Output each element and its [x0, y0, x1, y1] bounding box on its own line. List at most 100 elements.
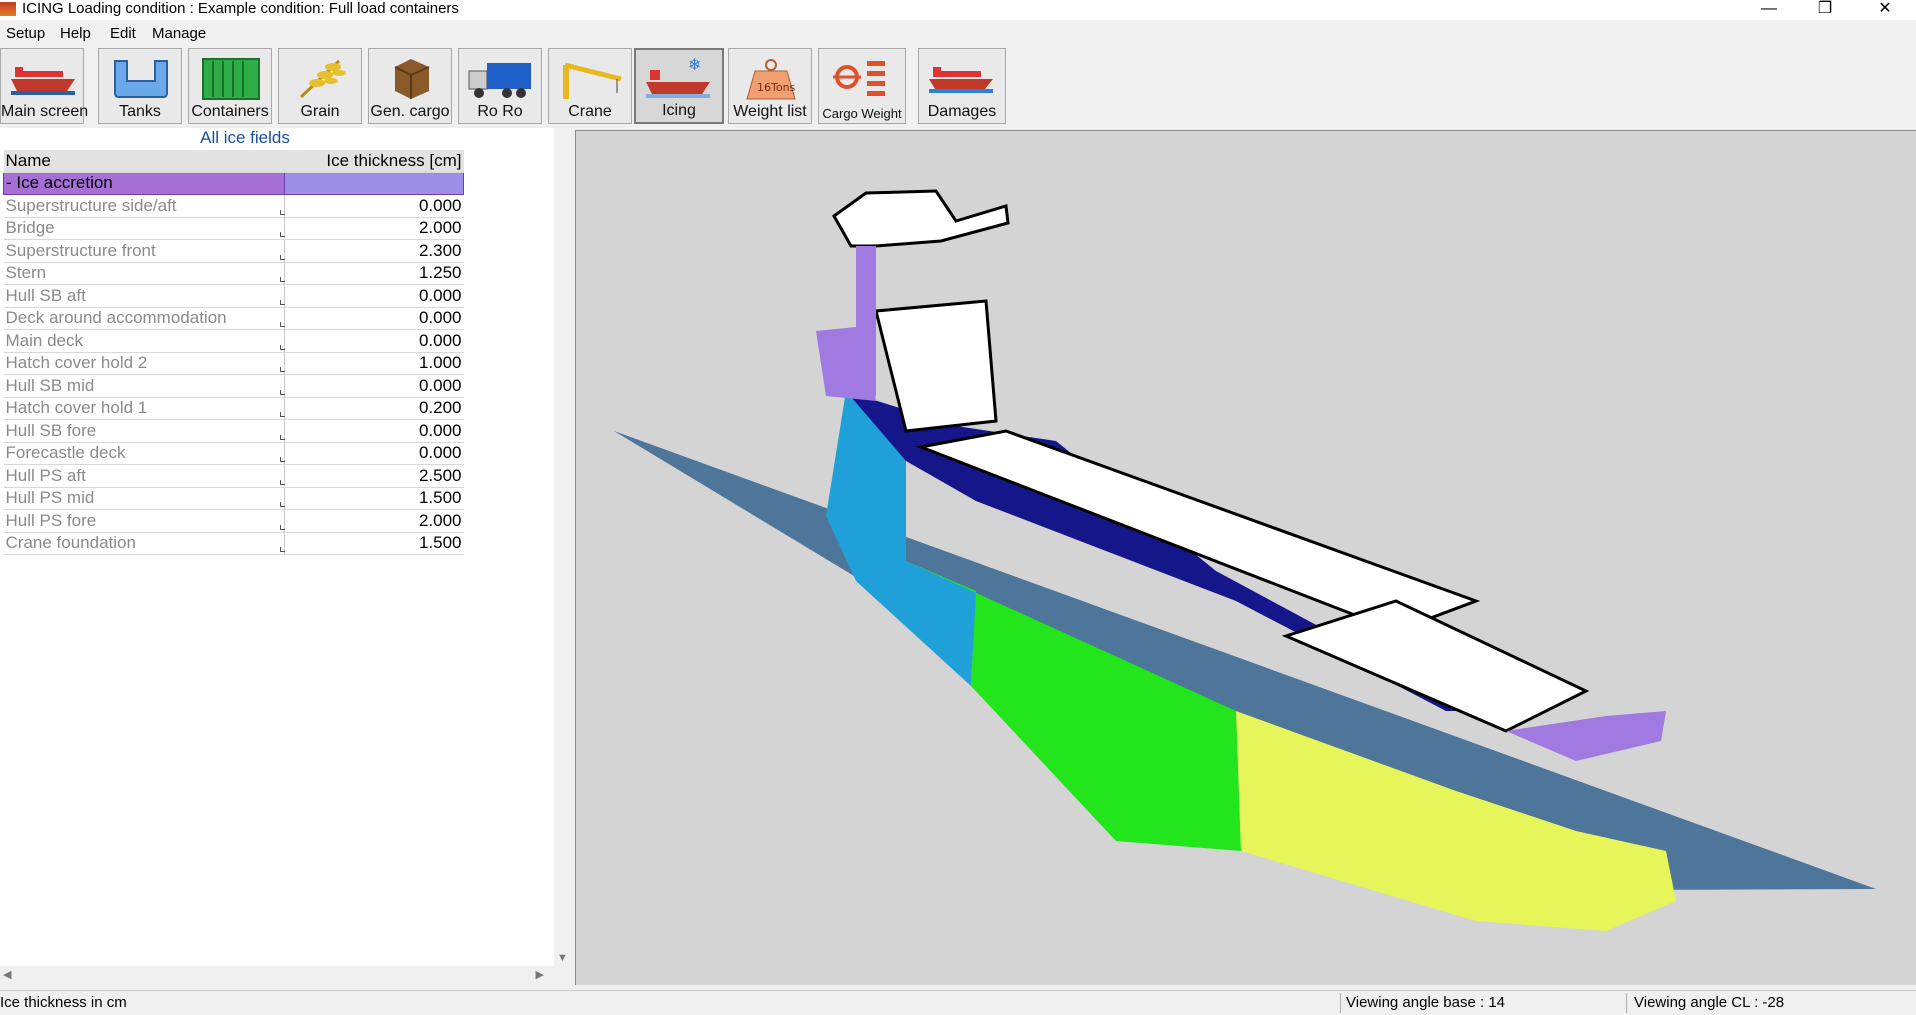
- row-ice-thickness[interactable]: 1.500: [284, 487, 464, 510]
- menu-bar: Setup Help Edit Manage: [0, 22, 1916, 46]
- table-row[interactable]: Crane foundation 1.500: [3, 532, 464, 555]
- row-ice-thickness[interactable]: 0.000: [284, 307, 464, 330]
- gen-cargo-button[interactable]: Gen. cargo: [368, 48, 452, 124]
- row-name: Forecastle deck: [3, 442, 285, 465]
- row-ice-thickness[interactable]: 2.500: [284, 464, 464, 488]
- status-angle-cl: Viewing angle CL : -28: [1634, 994, 1785, 1011]
- row-name: Crane foundation: [3, 532, 285, 555]
- close-button[interactable]: ✕: [1860, 0, 1910, 20]
- table-row[interactable]: Hull SB aft 0.000: [3, 284, 464, 308]
- icing-button[interactable]: ❄ Icing: [634, 48, 724, 124]
- grain-button[interactable]: Grain: [278, 48, 362, 124]
- row-name: Deck around accommodation: [3, 307, 285, 330]
- menu-help[interactable]: Help: [60, 22, 91, 46]
- damaged-ship-icon: [929, 67, 993, 93]
- table-row[interactable]: Deck around accommodation 0.000: [3, 307, 464, 330]
- scroll-down-icon[interactable]: ▼: [557, 952, 568, 964]
- status-units: Ice thickness in cm: [0, 994, 127, 1011]
- column-ice-thickness[interactable]: Ice thickness [cm]: [284, 150, 464, 173]
- table-row[interactable]: Main deck 0.000: [3, 329, 464, 353]
- group-row[interactable]: - Ice accretion: [3, 171, 464, 195]
- table-row[interactable]: Hull PS fore 2.000: [3, 509, 464, 533]
- main-screen-button[interactable]: Main screen: [0, 48, 89, 124]
- panel-title: All ice fields: [200, 128, 290, 147]
- status-angle-base: Viewing angle base : 14: [1346, 994, 1506, 1011]
- toolbar: Main screen Tanks Containers Grain Gen. …: [0, 48, 1916, 126]
- group-value: [283, 171, 464, 195]
- table-row[interactable]: Hull PS aft 2.500: [3, 464, 464, 488]
- roro-label: Ro Ro: [477, 103, 523, 120]
- ship-icon: [11, 67, 75, 95]
- row-ice-thickness[interactable]: 2.000: [284, 509, 464, 533]
- row-name: Hull SB mid: [3, 374, 285, 398]
- scroll-right-icon[interactable]: ▶: [536, 968, 544, 981]
- damages-button[interactable]: Damages: [918, 48, 1006, 124]
- table-header: Name Ice thickness [cm]: [3, 150, 464, 173]
- crane-label: Crane: [568, 103, 612, 120]
- horizontal-scrollbar[interactable]: ◀ ▶: [0, 966, 554, 984]
- table-row[interactable]: Bridge 2.000: [3, 217, 464, 240]
- table-row[interactable]: Superstructure front 2.300: [3, 239, 464, 263]
- menu-edit[interactable]: Edit: [110, 22, 136, 46]
- row-ice-thickness[interactable]: 0.000: [284, 329, 464, 353]
- column-name[interactable]: Name: [3, 150, 284, 173]
- row-name: Hull SB aft: [3, 284, 285, 308]
- ship-3d-view[interactable]: [575, 130, 1916, 985]
- roro-button[interactable]: Ro Ro: [458, 48, 542, 124]
- table-row[interactable]: Forecastle deck 0.000: [3, 442, 464, 465]
- containers-button[interactable]: Containers: [188, 48, 272, 124]
- row-ice-thickness[interactable]: 0.000: [284, 284, 464, 308]
- table-row[interactable]: Superstructure side/aft 0.000: [3, 194, 464, 218]
- table-row[interactable]: Hull PS mid 1.500: [3, 487, 464, 510]
- row-ice-thickness[interactable]: 2.300: [284, 239, 464, 263]
- menu-manage[interactable]: Manage: [152, 22, 206, 46]
- gen-cargo-label: Gen. cargo: [370, 103, 450, 120]
- status-bar: Ice thickness in cm Viewing angle base :…: [0, 990, 1916, 1015]
- grain-label: Grain: [300, 103, 340, 120]
- row-name: Hatch cover hold 2: [3, 352, 285, 375]
- table-row[interactable]: Hatch cover hold 1 0.200: [3, 397, 464, 420]
- group-label[interactable]: - Ice accretion: [3, 171, 285, 195]
- icing-label: Icing: [662, 102, 696, 119]
- tanks-button[interactable]: Tanks: [98, 48, 182, 124]
- title-bar: ICING Loading condition : Example condit…: [0, 0, 1916, 20]
- grain-icon: [299, 59, 346, 99]
- main-screen-label: Main screen: [1, 103, 89, 120]
- row-ice-thickness[interactable]: 1.000: [284, 352, 464, 375]
- table-row[interactable]: Hull SB mid 0.000: [3, 374, 464, 398]
- menu-setup[interactable]: Setup: [6, 22, 45, 46]
- table-row[interactable]: Hatch cover hold 2 1.000: [3, 352, 464, 375]
- row-ice-thickness[interactable]: 0.200: [284, 397, 464, 420]
- weight-list-button[interactable]: 16Tons Weight list: [728, 48, 812, 124]
- table-row[interactable]: Hull SB fore 0.000: [3, 419, 464, 443]
- row-ice-thickness[interactable]: 2.000: [284, 217, 464, 240]
- row-name: Superstructure front: [3, 239, 285, 263]
- row-name: Bridge: [3, 217, 285, 240]
- minimize-button[interactable]: —: [1744, 0, 1794, 20]
- weight-list-label: Weight list: [733, 103, 807, 120]
- cargo-weight-button[interactable]: Cargo Weight: [818, 48, 906, 124]
- bridge: [832, 189, 1010, 248]
- row-ice-thickness[interactable]: 1.500: [284, 532, 464, 555]
- status-separator: [1340, 993, 1341, 1013]
- restore-button[interactable]: ❐: [1800, 0, 1850, 20]
- row-ice-thickness[interactable]: 0.000: [284, 442, 464, 465]
- cargo-weight-icon: [833, 61, 885, 96]
- crane-button[interactable]: Crane: [548, 48, 632, 124]
- superstructure-aft: [856, 246, 876, 396]
- table-row[interactable]: Stern 1.250: [3, 262, 464, 285]
- scroll-left-icon[interactable]: ◀: [3, 968, 11, 981]
- row-name: Superstructure side/aft: [3, 194, 285, 218]
- row-name: Hull PS aft: [3, 464, 285, 488]
- vertical-scrollbar[interactable]: ▼: [554, 128, 572, 968]
- icing-ship-icon: ❄: [646, 56, 710, 98]
- row-name: Hull PS mid: [3, 487, 285, 510]
- row-ice-thickness[interactable]: 0.000: [284, 194, 464, 218]
- row-ice-thickness[interactable]: 0.000: [284, 419, 464, 443]
- ice-table: Name Ice thickness [cm] - Ice accretion …: [3, 150, 464, 555]
- row-name: Main deck: [3, 329, 285, 353]
- ship-model[interactable]: [576, 131, 1916, 986]
- damages-label: Damages: [927, 103, 997, 120]
- row-ice-thickness[interactable]: 1.250: [284, 262, 464, 285]
- row-ice-thickness[interactable]: 0.000: [284, 374, 464, 398]
